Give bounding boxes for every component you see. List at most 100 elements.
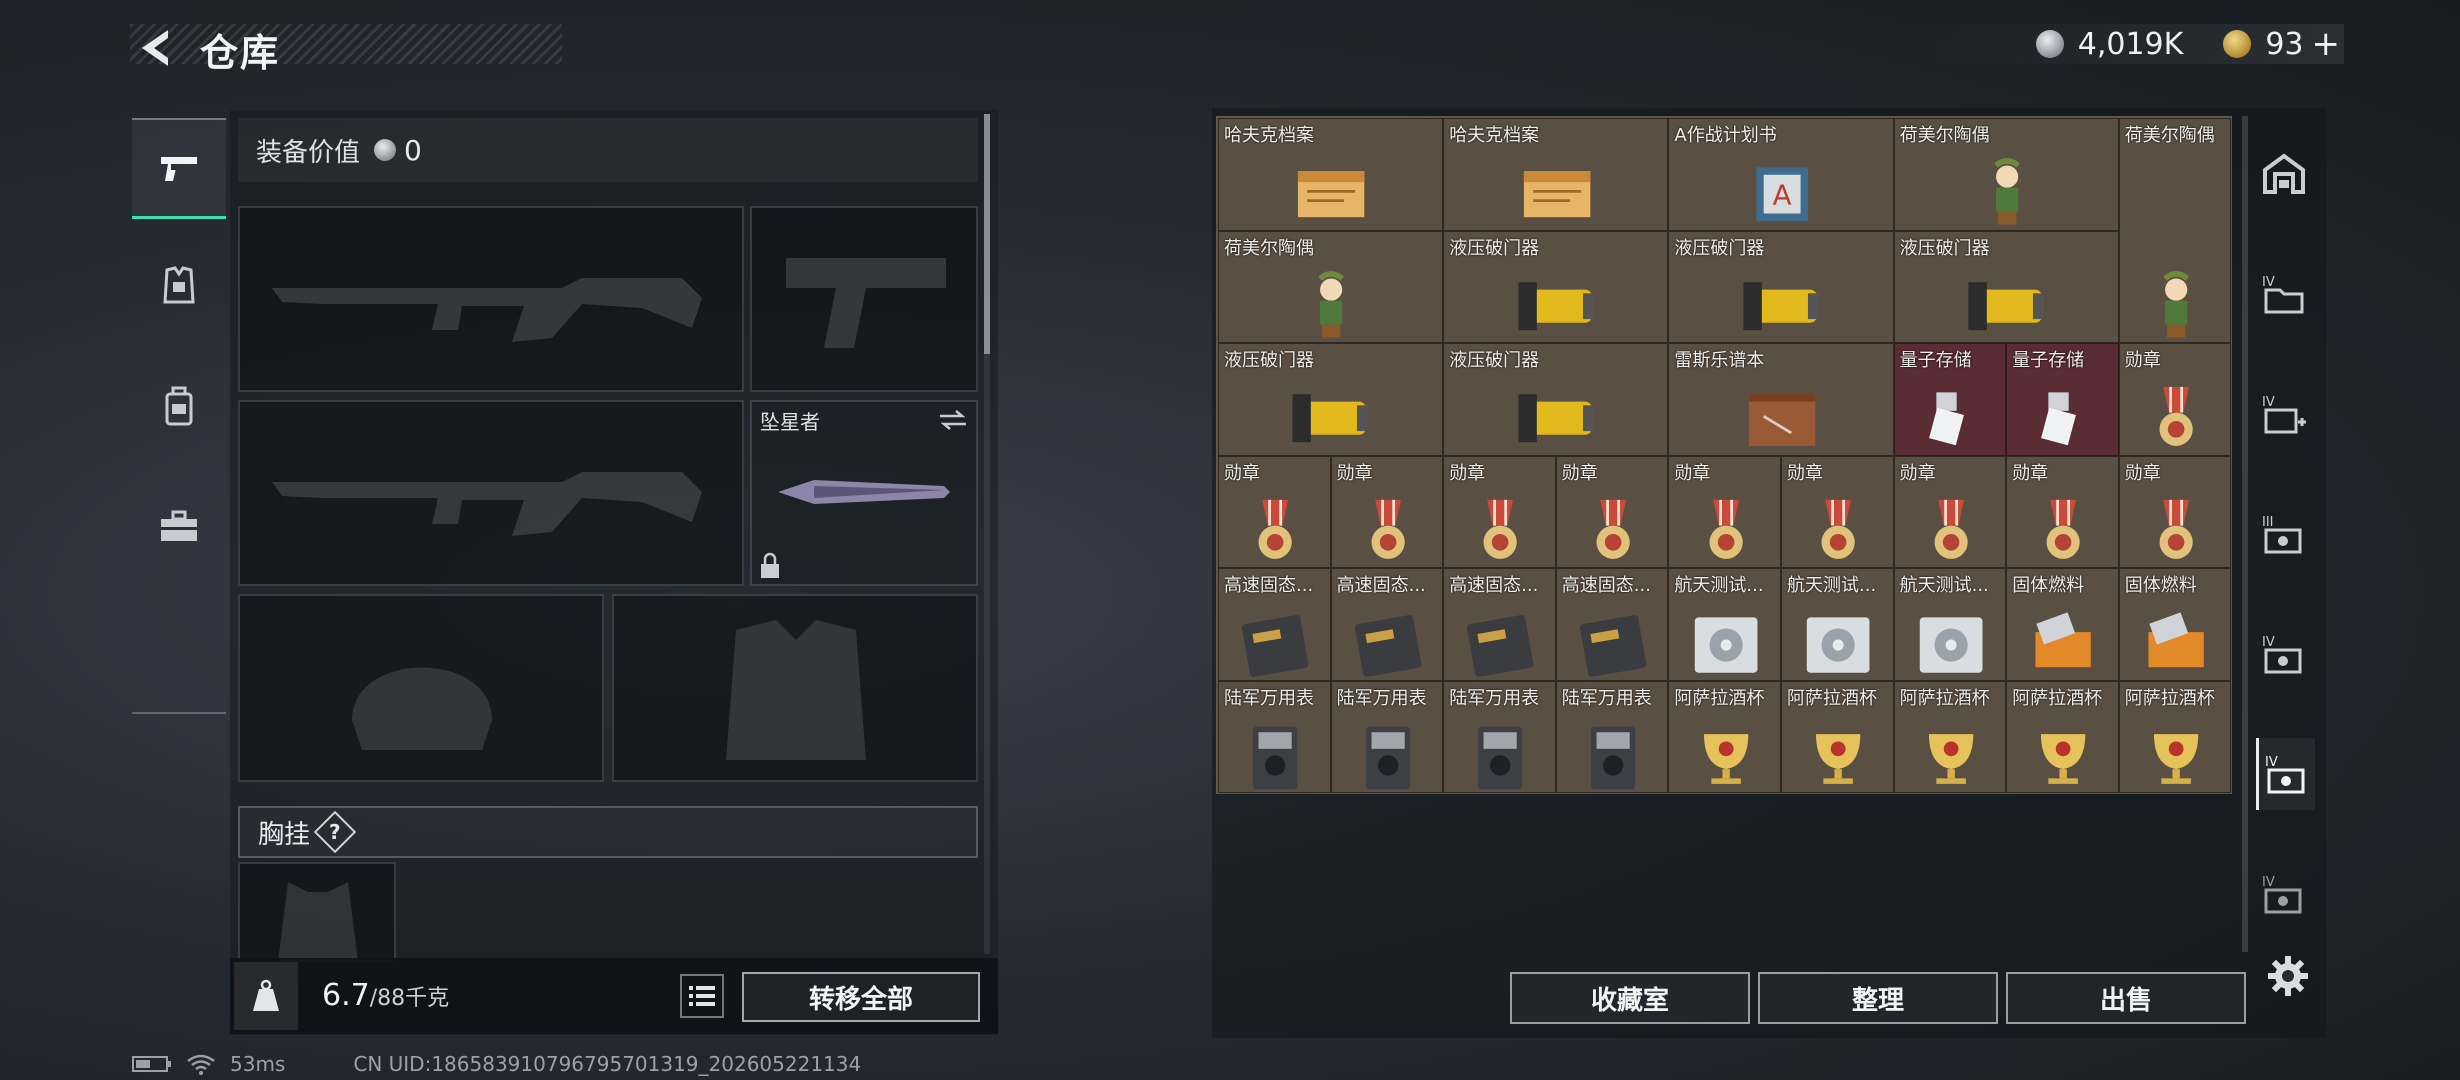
stash-item[interactable]: 勋章 bbox=[2006, 455, 2119, 568]
stash-item[interactable]: 高速固态... bbox=[1218, 568, 1331, 681]
stash-item-name: 陆军万用表 bbox=[1224, 687, 1314, 709]
stash-item[interactable]: 量子存储 bbox=[2006, 343, 2119, 456]
add-currency-button[interactable]: + bbox=[2312, 24, 2341, 64]
page-title: 仓库 bbox=[200, 31, 281, 75]
disk-icon bbox=[1919, 617, 1983, 673]
chest-rig-header: 胸挂 ? bbox=[238, 806, 978, 858]
stash-item[interactable]: 阿萨拉酒杯 bbox=[2118, 680, 2232, 793]
stash-item[interactable]: 勋章 bbox=[1218, 455, 1331, 568]
stash-item[interactable]: 荷美尔陶偶 bbox=[2118, 118, 2232, 343]
swap-icon[interactable] bbox=[938, 408, 968, 432]
stash-item[interactable]: 量子存储 bbox=[1893, 343, 2007, 456]
disk-icon bbox=[1694, 617, 1758, 673]
loadout-scrollbar-thumb[interactable] bbox=[984, 114, 990, 354]
stash-item[interactable]: 哈夫克档案 bbox=[1443, 118, 1669, 231]
stash-item[interactable]: 陆军万用表 bbox=[1218, 680, 1331, 793]
stash-item[interactable]: 勋章 bbox=[1781, 455, 1894, 568]
stash-item[interactable]: 阿萨拉酒杯 bbox=[2006, 680, 2119, 793]
list-view-button[interactable] bbox=[680, 974, 724, 1018]
stash-item-name: 哈夫克档案 bbox=[1224, 125, 1314, 146]
settings-button[interactable] bbox=[2262, 950, 2314, 1002]
tab-stash-page-3[interactable]: III bbox=[2256, 498, 2312, 570]
battery-icon bbox=[132, 1056, 171, 1072]
stash-item[interactable]: 阿萨拉酒杯 bbox=[1781, 680, 1894, 793]
tab-weapons[interactable] bbox=[132, 118, 226, 219]
stash-item[interactable]: 高速固态... bbox=[1443, 568, 1556, 681]
stash-item[interactable]: 航天测试... bbox=[1781, 568, 1894, 681]
tab-case[interactable] bbox=[132, 478, 226, 574]
stash-item[interactable]: 荷美尔陶偶 bbox=[1218, 230, 1444, 343]
file-icon bbox=[1298, 171, 1365, 218]
stash-item-name: 航天测试... bbox=[1674, 575, 1764, 596]
stash-item-name: 阿萨拉酒杯 bbox=[1674, 687, 1765, 709]
stash-item[interactable]: 勋章 bbox=[1555, 455, 1669, 568]
tab-backpack[interactable] bbox=[132, 358, 226, 454]
tab-stash-page-2[interactable]: IV bbox=[2256, 378, 2312, 450]
stash-item[interactable]: 勋章 bbox=[1893, 455, 2007, 568]
sell-button[interactable]: 出售 bbox=[2006, 972, 2246, 1024]
stash-scrollbar[interactable] bbox=[2242, 116, 2248, 952]
breacher-icon bbox=[1518, 281, 1594, 330]
stash-item[interactable]: 液压破门器 bbox=[1443, 230, 1669, 343]
breacher-icon bbox=[1743, 281, 1819, 330]
svg-text:A: A bbox=[1773, 178, 1792, 211]
tab-armor[interactable] bbox=[132, 238, 226, 334]
coin-icon bbox=[2035, 30, 2064, 58]
stash-item[interactable]: 高速固态... bbox=[1330, 568, 1444, 681]
fuel-icon bbox=[2148, 612, 2204, 668]
stash-item[interactable]: 陆军万用表 bbox=[1443, 680, 1556, 793]
stash-item[interactable]: 液压破门器 bbox=[1893, 230, 2119, 343]
ssd-icon bbox=[1579, 615, 1647, 678]
tab-stash-overview[interactable] bbox=[2256, 138, 2312, 210]
stash-item[interactable]: 勋章 bbox=[1443, 455, 1556, 568]
stash-item[interactable]: 阿萨拉酒杯 bbox=[1893, 680, 2007, 793]
primary-weapon-slot[interactable] bbox=[238, 206, 744, 392]
stash-item[interactable]: 航天测试... bbox=[1668, 568, 1781, 681]
stash-item[interactable]: 液压破门器 bbox=[1218, 343, 1444, 456]
stash-item[interactable]: 勋章 bbox=[1668, 455, 1781, 568]
stash-item[interactable]: 陆军万用表 bbox=[1555, 680, 1669, 793]
armor-slot[interactable] bbox=[612, 594, 978, 782]
stash-item[interactable]: 阿萨拉酒杯 bbox=[1668, 680, 1781, 793]
stash-item[interactable]: 荷美尔陶偶 bbox=[1893, 118, 2119, 231]
uid-text: CN UID:186583910796795701319_20260522113… bbox=[353, 1052, 862, 1076]
collection-room-button[interactable]: 收藏室 bbox=[1510, 972, 1750, 1024]
stash-item[interactable]: 固体燃料 bbox=[2118, 568, 2232, 681]
multimeter-icon bbox=[1365, 726, 1411, 790]
melee-weapon-name: 坠星者 bbox=[760, 410, 820, 434]
help-button[interactable]: ? bbox=[313, 810, 357, 854]
stash-item-name: 量子存储 bbox=[2012, 350, 2085, 371]
back-button[interactable] bbox=[132, 24, 176, 72]
stash-item-name: 量子存储 bbox=[1899, 350, 1972, 371]
tab-stash-page-1[interactable]: IV bbox=[2256, 258, 2312, 330]
helmet-slot[interactable] bbox=[238, 594, 604, 782]
score-icon bbox=[1748, 394, 1816, 447]
tab-stash-page-5[interactable]: IV bbox=[2256, 738, 2315, 810]
stash-item[interactable]: 液压破门器 bbox=[1668, 230, 1894, 343]
secondary-weapon-slot[interactable] bbox=[750, 206, 978, 392]
tertiary-weapon-slot[interactable] bbox=[238, 400, 744, 586]
transfer-all-button[interactable]: 转移全部 bbox=[742, 972, 980, 1022]
stash-item[interactable]: 勋章 bbox=[1330, 455, 1444, 568]
tab-stash-page-6[interactable]: IV bbox=[2256, 858, 2312, 930]
stash-item[interactable]: 哈夫克档案 bbox=[1218, 118, 1444, 231]
medal-icon bbox=[1821, 499, 1855, 559]
stash-item-name: 勋章 bbox=[1787, 462, 1823, 484]
stash-item[interactable]: 陆军万用表 bbox=[1330, 680, 1444, 793]
tab-stash-page-4[interactable]: IV bbox=[2256, 618, 2312, 690]
stash-item[interactable]: 高速固态... bbox=[1555, 568, 1669, 681]
stash-item[interactable]: 液压破门器 bbox=[1443, 343, 1669, 456]
stash-item[interactable]: A作战计划书 A bbox=[1668, 118, 1894, 231]
backpack-weight-button[interactable] bbox=[234, 962, 298, 1030]
stash-item[interactable]: 固体燃料 bbox=[2006, 568, 2119, 681]
sort-button[interactable]: 整理 bbox=[1758, 972, 1998, 1024]
chest-rig-slot[interactable] bbox=[238, 862, 396, 962]
breacher-icon bbox=[1518, 394, 1594, 443]
knife-icon bbox=[778, 480, 950, 504]
melee-weapon-slot[interactable]: 坠星者 bbox=[750, 400, 978, 586]
stash-item-name: 勋章 bbox=[2124, 462, 2161, 484]
stash-item[interactable]: 勋章 bbox=[2118, 343, 2232, 456]
stash-item[interactable]: 航天测试... bbox=[1893, 568, 2007, 681]
stash-item[interactable]: 雷斯乐谱本 bbox=[1668, 343, 1894, 456]
stash-item[interactable]: 勋章 bbox=[2118, 455, 2232, 568]
